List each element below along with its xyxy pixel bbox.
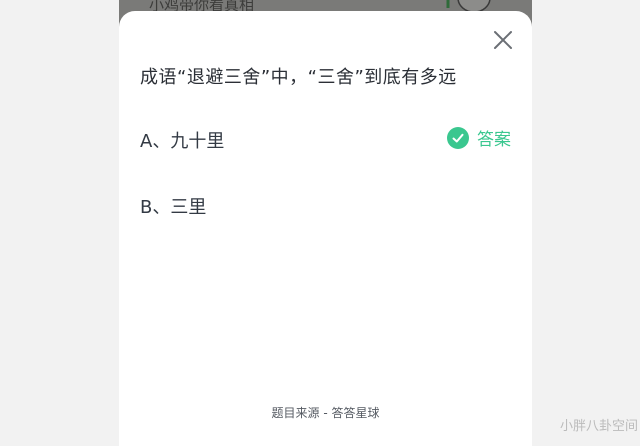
close-icon [494, 31, 512, 49]
check-icon [447, 126, 469, 149]
watermark: 小胖八卦空间 [559, 419, 638, 434]
answer-badge: 答案 [447, 125, 511, 150]
question-source: 题目来源 - 答答星球 [271, 406, 380, 420]
question-dialog: 成语“退避三舍”中，“三舍”到底有多远 A、九十里 答案 B、三里 题目来源 -… [119, 11, 532, 446]
option-a[interactable]: A、九十里 [140, 127, 224, 153]
screen: 小鸡带你看真相 成语“退避三舍”中，“三舍”到底有多远 A、九十里 答案 B、三… [0, 0, 640, 446]
option-b[interactable]: B、三里 [140, 193, 206, 219]
question-title: 成语“退避三舍”中，“三舍”到底有多远 [140, 67, 457, 88]
answer-label: 答案 [477, 130, 511, 150]
close-button[interactable] [492, 29, 514, 51]
